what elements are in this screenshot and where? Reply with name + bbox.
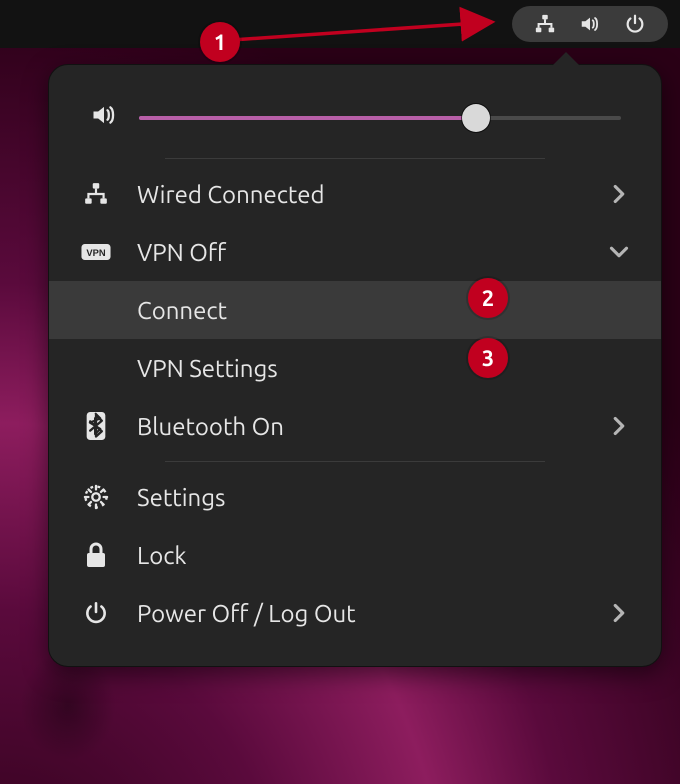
vpn-icon: VPN <box>79 242 113 262</box>
menu-item-label: Settings <box>137 484 631 511</box>
bluetooth-icon <box>79 412 113 440</box>
gear-icon <box>79 483 113 511</box>
menu-subitem-vpn-connect[interactable]: Connect <box>49 281 661 339</box>
menu-item-label: Lock <box>137 542 631 569</box>
annotation-badge-1: 1 <box>200 22 240 62</box>
menu-item-label: Bluetooth On <box>137 413 583 440</box>
menu-item-label: VPN Off <box>137 239 583 266</box>
volume-icon[interactable] <box>578 13 602 35</box>
menu-item-bluetooth[interactable]: Bluetooth On <box>49 397 661 455</box>
power-icon <box>79 600 113 626</box>
menu-divider <box>165 461 544 462</box>
chevron-right-icon <box>607 184 631 204</box>
popover-pointer <box>552 52 580 66</box>
network-wired-icon[interactable] <box>534 13 556 35</box>
menu-item-label: VPN Settings <box>137 355 631 382</box>
menu-item-wired[interactable]: Wired Connected <box>49 165 661 223</box>
menu-subitem-vpn-settings[interactable]: VPN Settings <box>49 339 661 397</box>
annotation-badge-2: 2 <box>468 278 508 318</box>
menu-item-label: Wired Connected <box>137 181 583 208</box>
menu-item-power[interactable]: Power Off / Log Out <box>49 584 661 642</box>
menu-item-label: Power Off / Log Out <box>137 600 583 627</box>
menu-divider <box>165 158 544 159</box>
volume-icon <box>89 101 119 134</box>
svg-text:VPN: VPN <box>86 248 105 258</box>
system-tray[interactable] <box>512 6 668 42</box>
chevron-down-icon <box>607 245 631 259</box>
menu-item-settings[interactable]: Settings <box>49 468 661 526</box>
chevron-right-icon <box>607 416 631 436</box>
top-bar <box>0 0 680 48</box>
menu-item-label: Connect <box>137 297 631 324</box>
system-menu-popover: Wired Connected VPN VPN Off Connect VPN … <box>48 64 662 667</box>
menu-item-vpn[interactable]: VPN VPN Off <box>49 223 661 281</box>
chevron-right-icon <box>607 603 631 623</box>
power-icon[interactable] <box>624 13 646 35</box>
volume-slider[interactable] <box>139 116 621 120</box>
lock-icon <box>79 541 113 569</box>
network-wired-icon <box>79 181 113 207</box>
menu-item-lock[interactable]: Lock <box>49 526 661 584</box>
annotation-badge-3: 3 <box>468 338 508 378</box>
